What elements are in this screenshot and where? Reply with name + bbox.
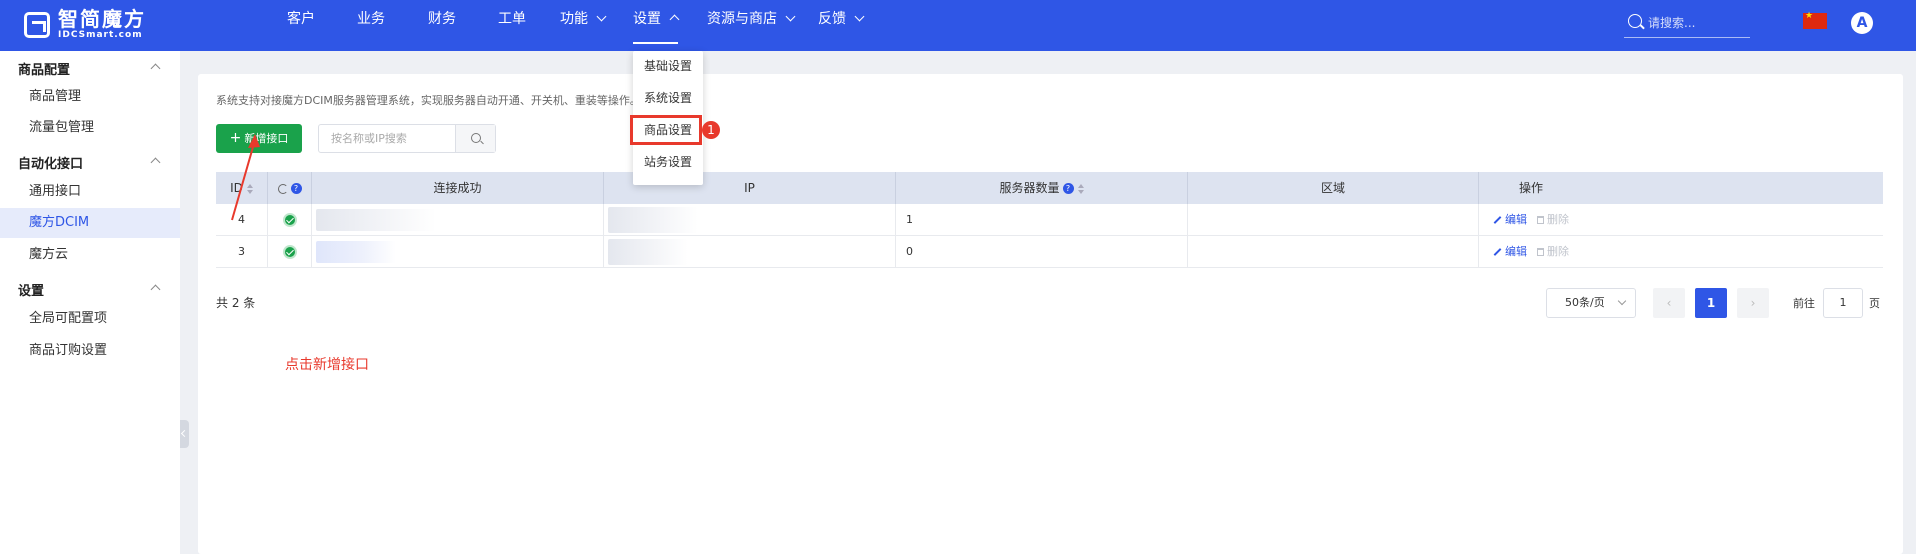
global-search-input[interactable] <box>1648 13 1746 33</box>
trash-icon <box>1537 216 1544 224</box>
sidebar-item-dcim[interactable]: 魔方DCIM <box>0 208 180 238</box>
edit-icon <box>1493 216 1502 224</box>
col-status: 连接成功 <box>312 172 604 204</box>
user-avatar[interactable]: A <box>1851 12 1873 34</box>
table-row: 3 0 编辑 删除 <box>216 236 1883 268</box>
chevron-up-icon <box>669 14 680 25</box>
edit-link[interactable]: 编辑 <box>1493 213 1527 226</box>
nav-item-settings[interactable]: 设置 <box>633 0 680 51</box>
edit-icon <box>1493 248 1502 256</box>
table-search-input[interactable] <box>319 125 457 152</box>
edit-link[interactable]: 编辑 <box>1493 245 1527 258</box>
page-suffix: 页 <box>1869 297 1880 310</box>
page-description: 系统支持对接魔方DCIM服务器管理系统，实现服务器自动开通、开关机、重装等操作。 <box>216 94 641 107</box>
chevron-up-icon[interactable] <box>150 63 161 74</box>
menu-item-station-settings[interactable]: 站务设置 <box>633 149 703 175</box>
cell-ip <box>604 204 896 235</box>
top-navbar: 智简魔方 IDCSmart.com 客户 业务 财务 工单 功能 设置 资源与商… <box>0 0 1916 51</box>
sidebar-item-cloud[interactable]: 魔方云 <box>0 240 180 270</box>
nav-item-business[interactable]: 业务 <box>357 0 385 51</box>
menu-item-system-settings[interactable]: 系统设置 <box>633 85 703 111</box>
col-region: 区域 <box>1188 172 1479 204</box>
nav-item-finance[interactable]: 财务 <box>428 0 456 51</box>
annotation-note: 点击新增接口 <box>285 357 369 373</box>
cell-id: 3 <box>216 236 268 267</box>
cell-ip <box>604 236 896 267</box>
logo-icon <box>24 11 50 38</box>
sidebar-item-global-config[interactable]: 全局可配置项 <box>0 304 180 334</box>
cell-server-count: 0 <box>896 236 1188 267</box>
annotation-step-badge: 1 <box>702 121 720 139</box>
search-icon <box>471 133 481 143</box>
cell-actions: 编辑 删除 <box>1479 204 1583 235</box>
annotation-arrow <box>231 134 260 221</box>
cell-region <box>1188 236 1479 267</box>
prev-page-button[interactable]: ‹ <box>1653 288 1685 318</box>
help-icon[interactable]: ? <box>290 183 302 194</box>
next-page-button[interactable]: › <box>1737 288 1769 318</box>
chevron-down-icon <box>596 11 607 22</box>
nav-item-feedback[interactable]: 反馈 <box>818 0 865 51</box>
language-flag-icon[interactable] <box>1803 11 1827 29</box>
trash-icon <box>1537 248 1544 256</box>
chevron-down-icon <box>1617 296 1627 306</box>
sidebar-collapse-handle[interactable] <box>180 420 189 448</box>
annotation-highlight-box <box>630 115 702 145</box>
nav-item-customers[interactable]: 客户 <box>287 0 315 51</box>
sidebar-group-automation[interactable]: 自动化接口 <box>18 153 83 172</box>
table-search <box>318 124 496 153</box>
search-icon <box>1628 14 1642 28</box>
sidebar-group-product-config[interactable]: 商品配置 <box>18 59 70 78</box>
cell-name <box>312 236 604 267</box>
sidebar-group-settings[interactable]: 设置 <box>18 280 44 299</box>
help-icon[interactable]: ? <box>1062 183 1074 194</box>
brand-name: 智简魔方 <box>58 7 146 31</box>
sidebar-item-product-management[interactable]: 商品管理 <box>0 82 180 112</box>
check-circle-icon <box>282 213 297 227</box>
table-header: ID ? 连接成功 IP 服务器数量? 区域 操作 <box>216 172 1883 204</box>
delete-link[interactable]: 删除 <box>1537 213 1569 226</box>
goto-label: 前往 <box>1793 297 1815 310</box>
chevron-down-icon <box>785 11 796 22</box>
nav-item-resources-store[interactable]: 资源与商店 <box>707 0 796 51</box>
sidebar-item-traffic-package[interactable]: 流量包管理 <box>0 113 180 143</box>
sidebar-item-order-settings[interactable]: 商品订购设置 <box>0 336 180 366</box>
cell-name <box>312 204 604 235</box>
check-circle-icon <box>282 245 297 259</box>
nav-item-tickets[interactable]: 工单 <box>498 0 526 51</box>
delete-link[interactable]: 删除 <box>1537 245 1569 258</box>
total-count: 共 2 条 <box>216 296 256 310</box>
sidebar-item-generic-interface[interactable]: 通用接口 <box>0 177 180 207</box>
sort-icon[interactable] <box>1077 183 1084 194</box>
chevron-down-icon <box>854 11 865 22</box>
cell-sync <box>268 236 312 267</box>
cell-server-count: 1 <box>896 204 1188 235</box>
goto-page-input[interactable]: 1 <box>1823 288 1863 318</box>
interface-table: ID ? 连接成功 IP 服务器数量? 区域 操作 4 1 编辑删除 3 0 <box>216 172 1883 268</box>
chevron-up-icon[interactable] <box>150 157 161 168</box>
brand-logo[interactable]: 智简魔方 IDCSmart.com <box>24 9 146 40</box>
chevron-up-icon[interactable] <box>150 284 161 295</box>
sidebar: 商品配置 商品管理 流量包管理 自动化接口 通用接口 魔方DCIM 魔方云 设置… <box>0 51 180 554</box>
page-button-current[interactable]: 1 <box>1695 288 1727 318</box>
cell-actions: 编辑 删除 <box>1479 236 1583 267</box>
col-server-count[interactable]: 服务器数量? <box>896 172 1188 204</box>
table-search-button[interactable] <box>455 125 495 152</box>
brand-domain: IDCSmart.com <box>58 30 143 40</box>
cell-region <box>1188 204 1479 235</box>
page-size-select[interactable]: 50条/页 <box>1546 288 1636 318</box>
main-card: 系统支持对接魔方DCIM服务器管理系统，实现服务器自动开通、开关机、重装等操作。… <box>198 74 1903 554</box>
global-search[interactable] <box>1624 10 1750 38</box>
menu-item-basic-settings[interactable]: 基础设置 <box>633 53 703 79</box>
col-actions: 操作 <box>1518 181 1543 195</box>
nav-item-features[interactable]: 功能 <box>560 0 607 51</box>
table-row: 4 1 编辑 删除 <box>216 204 1883 236</box>
